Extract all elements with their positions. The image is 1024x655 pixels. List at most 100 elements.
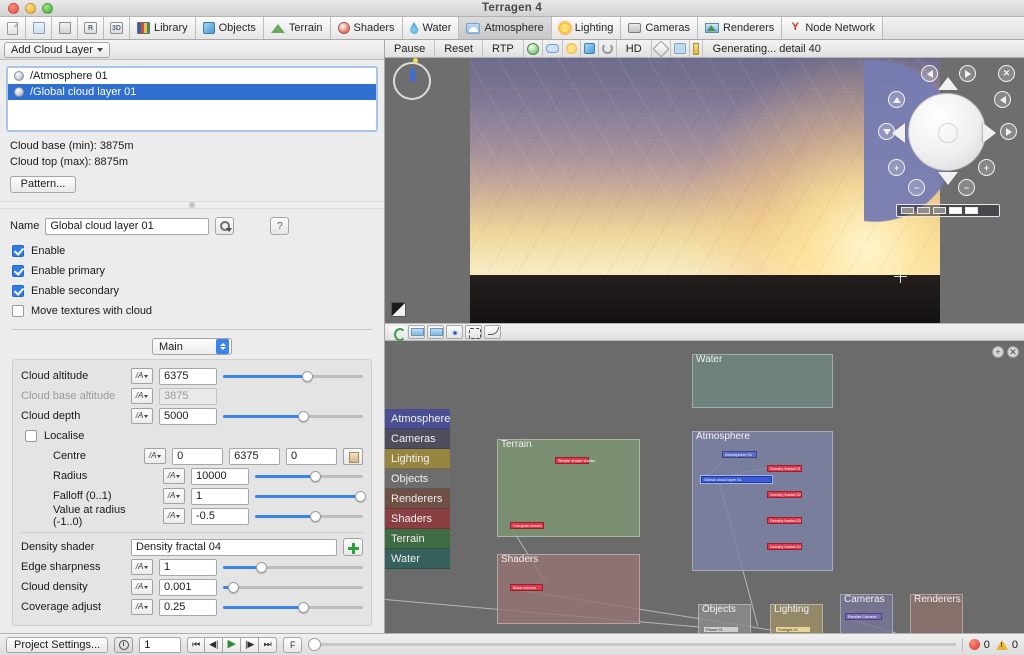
node-planet-01[interactable]: Planet 01 — [703, 626, 739, 633]
copy-coordinates-button[interactable] — [342, 447, 363, 465]
open-file-button[interactable] — [26, 17, 52, 39]
next-frame-button[interactable]: |▶ — [241, 636, 260, 653]
legend-item-objects[interactable]: Objects — [385, 469, 450, 489]
node-density-fractal-04[interactable]: Density fractal 04 — [767, 543, 802, 550]
three-d-button[interactable]: 3D — [104, 17, 130, 39]
checkbox-enable-secondary[interactable]: Enable secondary — [12, 281, 374, 301]
node-sunlight-01[interactable]: Sunlight 01 — [775, 626, 811, 633]
checkbox-icon[interactable] — [12, 305, 24, 317]
stepper-icon[interactable] — [216, 339, 229, 354]
curve-tool-button[interactable] — [484, 325, 501, 339]
param-input[interactable]: 1 — [191, 487, 249, 505]
tab-water[interactable]: Water — [402, 17, 460, 39]
list-item[interactable]: /Atmosphere 01 — [8, 68, 376, 84]
checkbox-move-textures[interactable]: Move textures with cloud — [12, 301, 374, 321]
add-node-button[interactable]: + — [992, 346, 1004, 358]
save-file-button[interactable] — [52, 17, 78, 39]
exposure-toggle-icon[interactable] — [391, 302, 406, 317]
first-frame-button[interactable]: ⏮ — [187, 636, 206, 653]
node-density-fractal-03[interactable]: Density fractal 03 — [767, 517, 802, 524]
tab-atmosphere[interactable]: Atmosphere — [459, 17, 552, 39]
project-settings-button[interactable]: Project Settings... — [6, 636, 109, 653]
layer-list[interactable]: /Atmosphere 01 /Global cloud layer 01 — [6, 66, 378, 132]
tab-shaders[interactable]: Shaders — [330, 17, 403, 39]
gizmo-trackball[interactable] — [908, 93, 986, 171]
close-network-button[interactable]: ✕ — [1007, 346, 1019, 358]
movement-speed-slider[interactable] — [896, 204, 1000, 217]
tab-objects[interactable]: Objects — [195, 17, 264, 39]
name-input[interactable]: Global cloud layer 01 — [45, 217, 210, 235]
new-file-button[interactable] — [0, 17, 26, 39]
tilt-up-button[interactable] — [888, 91, 905, 108]
node-group-renderers[interactable]: Renderers — [910, 594, 963, 633]
param-slider[interactable] — [223, 408, 363, 424]
preview-visibility-button[interactable] — [446, 325, 463, 339]
checkbox-enable[interactable]: Enable — [12, 241, 374, 261]
tab-renderers[interactable]: Renderers — [697, 17, 783, 39]
param-input[interactable]: 0.25 — [159, 598, 217, 616]
add-shader-button[interactable] — [343, 538, 363, 556]
help-button[interactable]: ? — [270, 217, 290, 235]
checkbox-icon[interactable] — [12, 245, 24, 257]
pattern-button[interactable]: Pattern... — [10, 176, 76, 193]
function-button[interactable]: /A — [131, 599, 153, 615]
tab-lighting[interactable]: Lighting — [551, 17, 622, 39]
rtp-button[interactable]: RTP — [483, 40, 524, 57]
panel-splitter[interactable] — [0, 201, 384, 209]
function-button[interactable]: /A — [131, 368, 153, 384]
render-button[interactable]: R — [78, 17, 104, 39]
legend-item-renderers[interactable]: Renderers — [385, 489, 450, 509]
checkbox-icon[interactable] — [25, 430, 37, 442]
checkbox-localise[interactable]: Localise — [21, 426, 363, 446]
param-slider[interactable] — [255, 468, 363, 484]
toggle-terrain-button[interactable] — [524, 40, 543, 57]
tab-library[interactable]: Library — [130, 17, 196, 39]
legend-item-water[interactable]: Water — [385, 549, 450, 569]
legend-item-lighting[interactable]: Lighting — [385, 449, 450, 469]
legend-item-atmosphere[interactable]: Atmosphere — [385, 409, 450, 429]
node-base-colours[interactable]: Base colours — [510, 584, 543, 591]
param-input[interactable]: 10000 — [191, 467, 249, 485]
navigation-gizmo[interactable]: ✕ + − + − — [864, 58, 1020, 224]
frame-number-input[interactable]: 1 — [139, 636, 182, 653]
pen-tool-button[interactable] — [652, 40, 671, 57]
param-slider[interactable] — [223, 579, 363, 595]
orbit-left-button[interactable] — [994, 91, 1011, 108]
move-out-button[interactable]: − — [908, 179, 925, 196]
list-item[interactable]: /Global cloud layer 01 — [8, 84, 376, 100]
checkbox-icon[interactable] — [12, 285, 24, 297]
legend-item-shaders[interactable]: Shaders — [385, 509, 450, 529]
node-simple-shape-shader[interactable]: Simple shape shader — [555, 457, 596, 464]
render-viewport[interactable]: ✕ + − + − — [385, 58, 1024, 323]
tab-terrain[interactable]: Terrain — [263, 17, 331, 39]
zoom-in-button[interactable]: + — [978, 159, 995, 176]
node-compute-terrain[interactable]: Compute terrain — [510, 522, 544, 529]
centre-y-input[interactable]: 6375 — [229, 447, 281, 465]
param-input[interactable]: 0.001 — [159, 578, 217, 596]
centre-x-input[interactable]: 0 — [172, 447, 224, 465]
toggle-objects-button[interactable] — [581, 40, 599, 57]
function-button[interactable]: /A — [131, 388, 153, 404]
close-gizmo-button[interactable]: ✕ — [998, 65, 1015, 82]
node-density-fractal-01[interactable]: Density fractal 01 — [767, 465, 802, 472]
checkbox-icon[interactable] — [12, 265, 24, 277]
function-button[interactable]: /A — [131, 559, 153, 575]
function-button[interactable]: /A — [163, 468, 185, 484]
param-input[interactable]: -0.5 — [191, 507, 249, 525]
function-button[interactable]: /A — [144, 448, 167, 464]
node-density-fractal-02[interactable]: Density fractal 02 — [767, 491, 802, 498]
param-slider[interactable] — [255, 488, 366, 504]
node-group-atmosphere[interactable]: Atmosphere — [692, 431, 833, 571]
zoom-out-button[interactable]: − — [958, 179, 975, 196]
exposure-button[interactable] — [690, 40, 703, 57]
prev-frame-button[interactable]: ◀| — [205, 636, 224, 653]
param-input[interactable]: 6375 — [159, 367, 217, 385]
legend-item-terrain[interactable]: Terrain — [385, 529, 450, 549]
centre-z-input[interactable]: 0 — [286, 447, 337, 465]
warning-indicator[interactable]: 0 — [995, 639, 1018, 651]
antialias-button[interactable] — [671, 40, 690, 57]
node-network-view[interactable]: + ✕ Atmosphere Cameras Lighting Objects … — [385, 341, 1024, 633]
pause-button[interactable]: Pause — [385, 40, 436, 57]
timeline-slider[interactable] — [308, 637, 956, 653]
param-input[interactable]: 5000 — [159, 407, 217, 425]
